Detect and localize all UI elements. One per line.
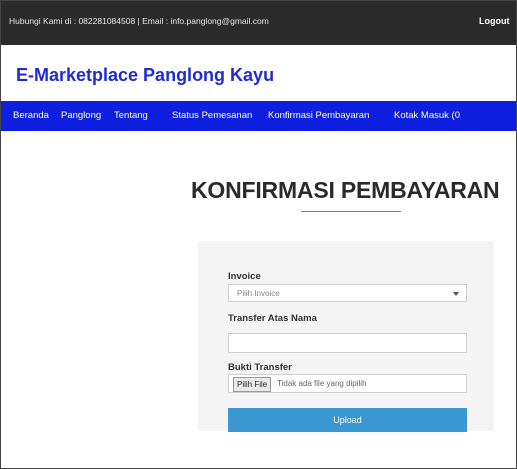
upload-button[interactable]: Upload	[228, 408, 467, 432]
nav-item-konfirmasi-pembayaran[interactable]: Konfirmasi Pembayaran	[268, 110, 369, 121]
transfer-name-input[interactable]	[228, 333, 467, 353]
transfer-name-label: Transfer Atas Nama	[228, 313, 317, 324]
logout-link[interactable]: Logout	[479, 16, 510, 26]
title-underline	[301, 211, 401, 212]
site-brand[interactable]: E-Marketplace Panglong Kayu	[16, 65, 274, 86]
page-frame: Hubungi Kami di : 082281084508 | Email :…	[0, 0, 517, 469]
file-status: Tidak ada file yang dipilih	[277, 379, 367, 388]
invoice-select-value: Pilih Invoice	[237, 289, 280, 298]
transfer-proof-label: Bukti Transfer	[228, 362, 292, 373]
nav-item-status-pemesanan[interactable]: Status Pemesanan	[172, 110, 252, 121]
transfer-proof-file-input: Pilih File Tidak ada file yang dipilih	[228, 374, 467, 393]
invoice-label: Invoice	[228, 271, 261, 282]
nav-item-panglong[interactable]: Panglong	[61, 110, 101, 121]
nav-item-beranda[interactable]: Beranda	[13, 110, 49, 121]
invoice-select[interactable]: Pilih Invoice	[228, 284, 467, 302]
contact-info: Hubungi Kami di : 082281084508 | Email :…	[9, 16, 269, 26]
nav-item-tentang[interactable]: Tentang	[114, 110, 148, 121]
chevron-down-icon	[453, 292, 459, 296]
page-title: KONFIRMASI PEMBAYARAN	[191, 177, 500, 203]
main-nav: Beranda Panglong Tentang Status Pemesana…	[1, 101, 516, 131]
top-bar: Hubungi Kami di : 082281084508 | Email :…	[1, 1, 516, 45]
nav-item-kotak-masuk[interactable]: Kotak Masuk (0	[394, 110, 460, 121]
choose-file-button[interactable]: Pilih File	[233, 377, 272, 392]
